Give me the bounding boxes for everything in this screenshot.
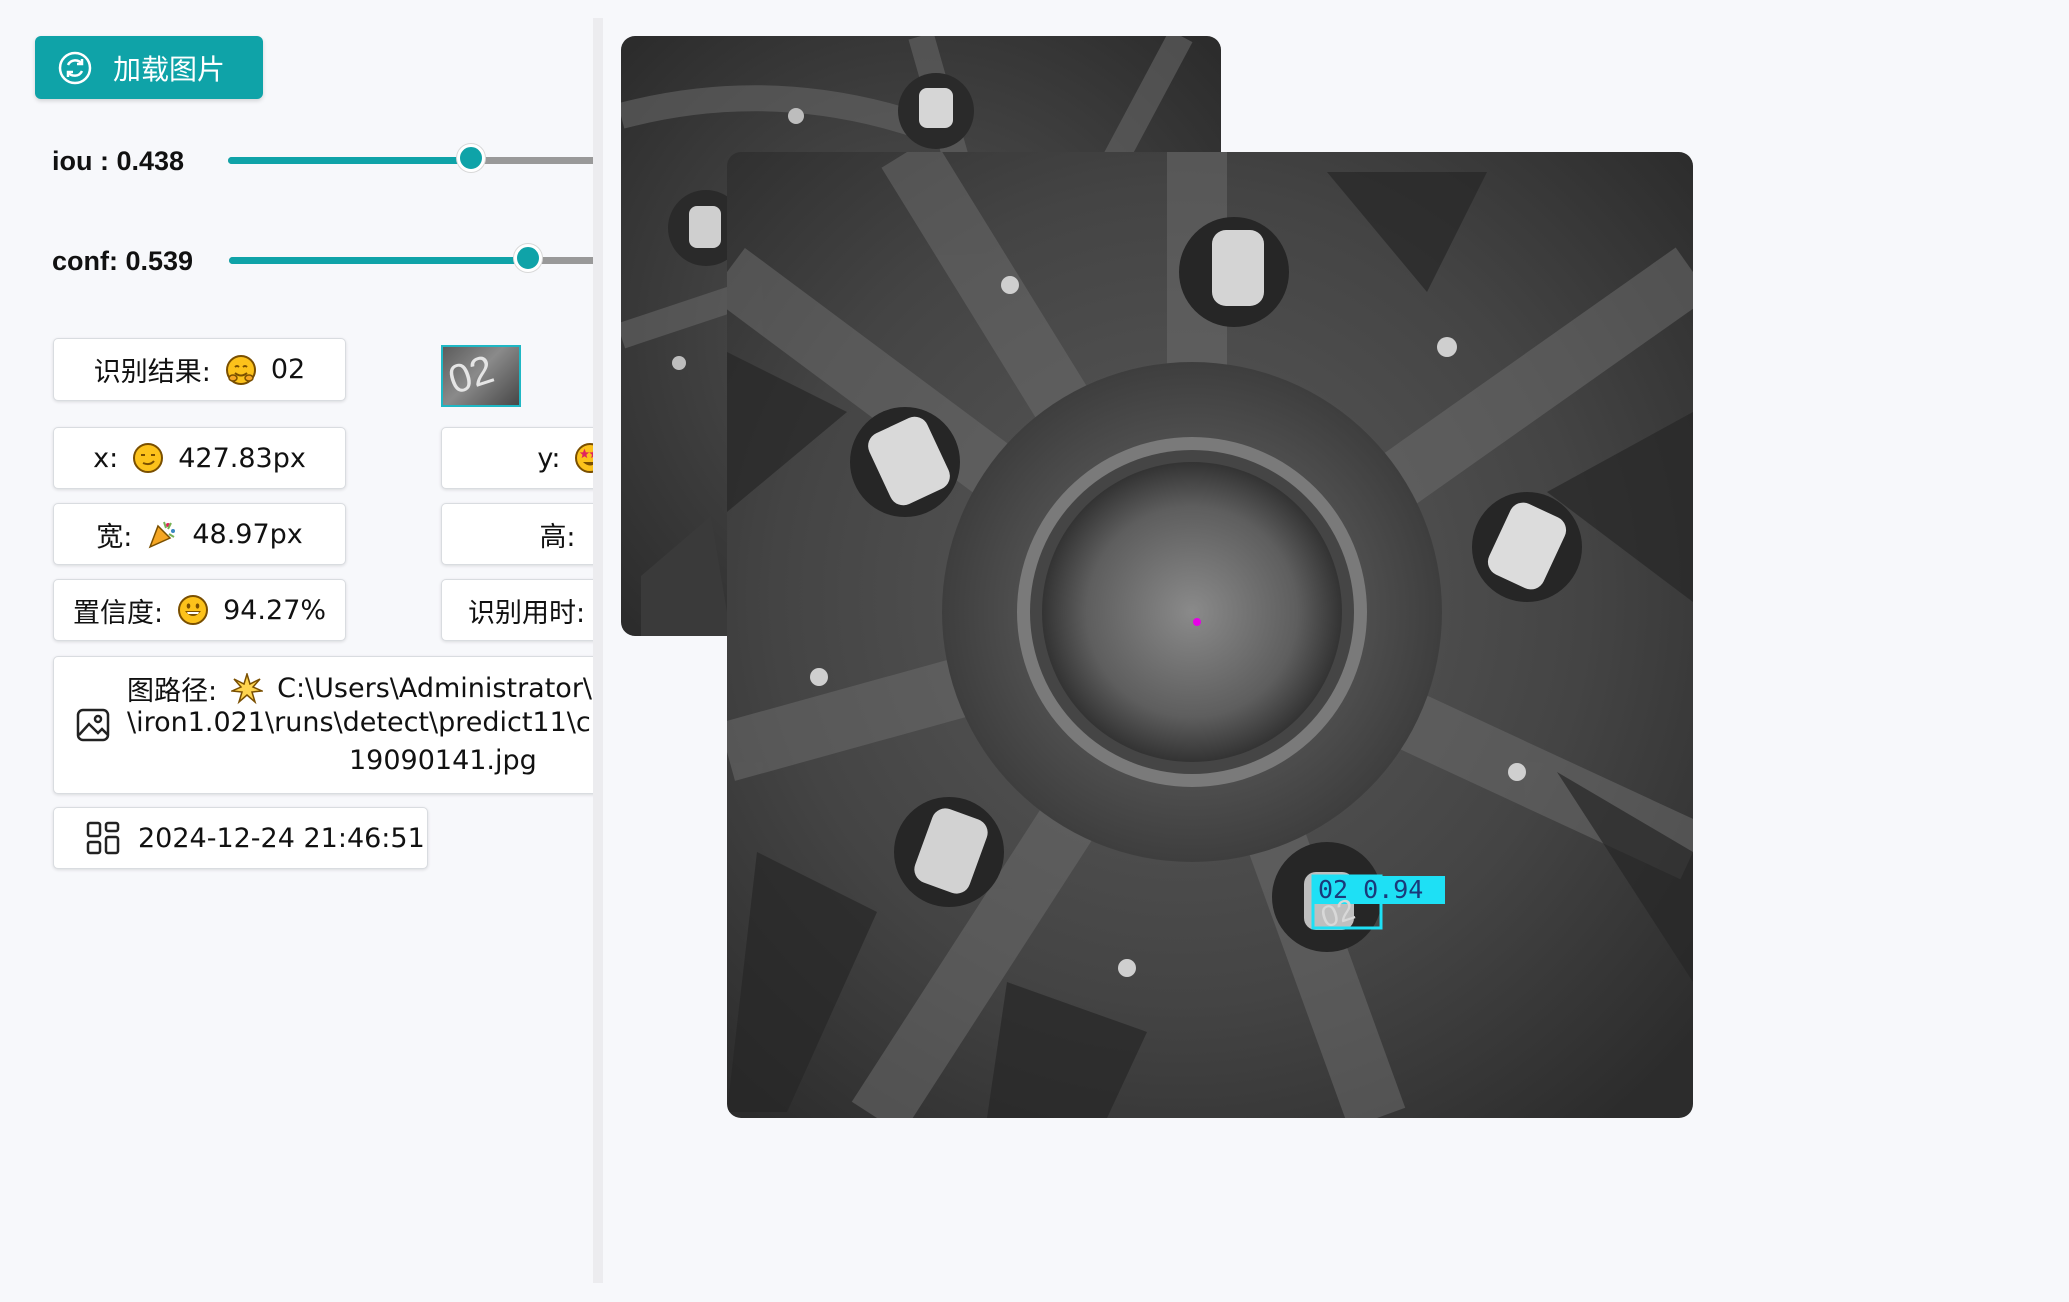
smirk-face-icon [132, 442, 164, 474]
y-label: y: [537, 442, 561, 474]
grid-icon [86, 821, 120, 855]
class-result-label: 识别结果: [93, 357, 211, 388]
path-line-2: \iron1.021\runs\detect\predict11\cut_ [127, 707, 593, 738]
x-value: 427.83px [178, 442, 306, 474]
load-image-button[interactable]: 加载图片 [35, 36, 263, 99]
datetime-value: 2024-12-24 21:46:51 [138, 822, 425, 854]
conf-slider[interactable] [229, 244, 593, 272]
refresh-icon [57, 50, 93, 86]
conf-label: conf: 0.539 [52, 246, 194, 276]
x-card: x: 427.83px [53, 427, 346, 489]
datetime-card: 2024-12-24 21:46:51 [53, 807, 428, 869]
result-image: 02 0.94 02 [727, 152, 1693, 1118]
path-line-3: 19090141.jpg [349, 745, 537, 776]
detection-thumbnail: 02 [441, 345, 521, 407]
width-card: 宽: 48.97px [53, 503, 346, 565]
confidence-card: 置信度: 94.27% [53, 579, 346, 641]
time-cost-label: 识别用时: [468, 597, 586, 629]
iou-slider-handle[interactable] [457, 144, 486, 172]
confidence-label: 置信度: [72, 597, 164, 629]
iou-label: iou : 0.438 [52, 146, 185, 176]
center-dot [1193, 618, 1201, 626]
class-result-value: 02 [270, 354, 306, 385]
y-card: y: 5 [441, 427, 593, 489]
x-label: x: [93, 442, 119, 474]
height-label: 高: [539, 521, 576, 553]
control-panel: 加载图片 iou : 0.438 conf: 0.539 识别结果: 02 02… [0, 0, 593, 1302]
class-result-card: 识别结果: 02 [53, 338, 346, 401]
party-popper-icon [146, 518, 178, 550]
conf-slider-fill [229, 257, 529, 264]
iou-slider[interactable] [228, 144, 593, 172]
width-value: 48.97px [192, 518, 303, 550]
time-cost-card: 识别用时: [441, 579, 593, 641]
path-line-1: C:\Users\Administrator\De [277, 673, 593, 704]
thumbnail-text: 02 [443, 347, 500, 403]
height-card: 高: [441, 503, 593, 565]
conf-slider-handle[interactable] [514, 244, 543, 272]
iou-slider-fill [228, 157, 472, 164]
sparkle-icon [231, 672, 264, 705]
load-image-label: 加载图片 [113, 52, 226, 86]
grinning-face-icon [177, 594, 209, 626]
hugging-face-icon [225, 354, 257, 386]
width-label: 宽: [96, 521, 133, 553]
path-label: 图路径: [127, 676, 218, 707]
image-icon [76, 708, 110, 749]
panel-divider[interactable] [593, 18, 603, 1283]
star-eyes-face-icon [574, 442, 593, 474]
image-path-card: 图路径: C:\Users\Administrator\De \iron1.02… [53, 656, 593, 794]
confidence-value: 94.27% [223, 594, 327, 626]
